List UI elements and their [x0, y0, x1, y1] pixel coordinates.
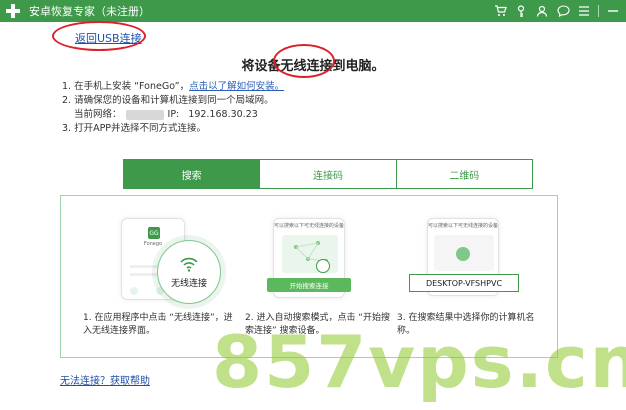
step-3: 3. 打开APP并选择不同方式连接。 — [62, 123, 207, 134]
connection-help-link[interactable]: 无法连接？获取帮助 — [60, 372, 150, 387]
key-icon[interactable] — [514, 4, 528, 18]
tab-search[interactable]: 搜索 — [124, 160, 261, 188]
wireless-connect-circle: 无线连接 — [157, 240, 221, 304]
network-name-masked — [125, 109, 164, 120]
wireless-connect-label: 无线连接 — [170, 278, 207, 289]
app-logo-icon — [5, 3, 21, 19]
card-3-caption: 3. 在搜索结果中选择你的计算机名称。 — [397, 313, 535, 336]
start-search-button[interactable]: 开始搜索连接 — [267, 278, 351, 292]
menu-icon[interactable] — [577, 4, 591, 18]
ip-value: 192.168.30.23 — [188, 109, 258, 120]
page-title: 将设备无线连接到电脑。 — [241, 59, 385, 74]
card-1-caption: 1. 在应用程序中点击 “无线连接”，进入无线连接界面。 — [83, 313, 233, 336]
step-1-text: 1. 在手机上安装 “FoneGo”， — [62, 81, 190, 92]
minimize-icon[interactable] — [606, 4, 620, 18]
search-screen-header: 可以搜索以下可无线连接的设备 — [274, 223, 345, 229]
phone-option-icon-1 — [130, 287, 138, 295]
results-screen-header: 可以搜索以下可无线连接的设备 — [428, 223, 499, 229]
step-2: 2. 请确保您的设备和计算机连接到同一个局域网。 — [62, 95, 274, 106]
chat-icon[interactable] — [556, 4, 570, 18]
tab-connection-code[interactable]: 连接码 — [260, 160, 397, 188]
step-1: 1. 在手机上安装 “FoneGo”，点击以了解如何安装。 — [62, 80, 284, 94]
user-icon[interactable] — [535, 4, 549, 18]
device-dot-icon — [456, 247, 470, 261]
fonego-badge: GG — [148, 227, 160, 239]
install-help-link[interactable]: 点击以了解如何安装。 — [189, 81, 284, 92]
magnifier-icon — [316, 259, 330, 273]
instruction-steps: 1. 在手机上安装 “FoneGo”，点击以了解如何安装。 2. 请确保您的设备… — [62, 80, 284, 136]
tab-qr-code[interactable]: 二维码 — [396, 160, 532, 188]
ip-label: IP: — [167, 109, 180, 120]
device-name-result[interactable]: DESKTOP-VFSHPVC — [409, 274, 519, 292]
title-bar-controls — [493, 0, 620, 22]
app-title: 安卓恢复专家（未注册） — [29, 5, 150, 18]
connection-method-tabs: 搜索 连接码 二维码 — [123, 159, 533, 189]
network-label: 当前网络： — [74, 109, 122, 120]
title-bar-divider — [598, 5, 599, 17]
title-bar: 安卓恢复专家（未注册） — [0, 0, 626, 22]
cart-icon[interactable] — [493, 4, 507, 18]
wifi-icon — [180, 257, 198, 272]
search-panel: GG Fonego 无线连接 1. 在应用程序中点击 “无线连接”，进入无线连接… — [60, 195, 558, 358]
card-2-caption: 2. 进入自动搜索模式，点击 “开始搜索连接” 搜索设备。 — [245, 313, 390, 336]
back-to-usb-link[interactable]: 返回USB连接 — [75, 30, 142, 46]
network-info: 当前网络： IP: 192.168.30.23 — [62, 108, 284, 122]
